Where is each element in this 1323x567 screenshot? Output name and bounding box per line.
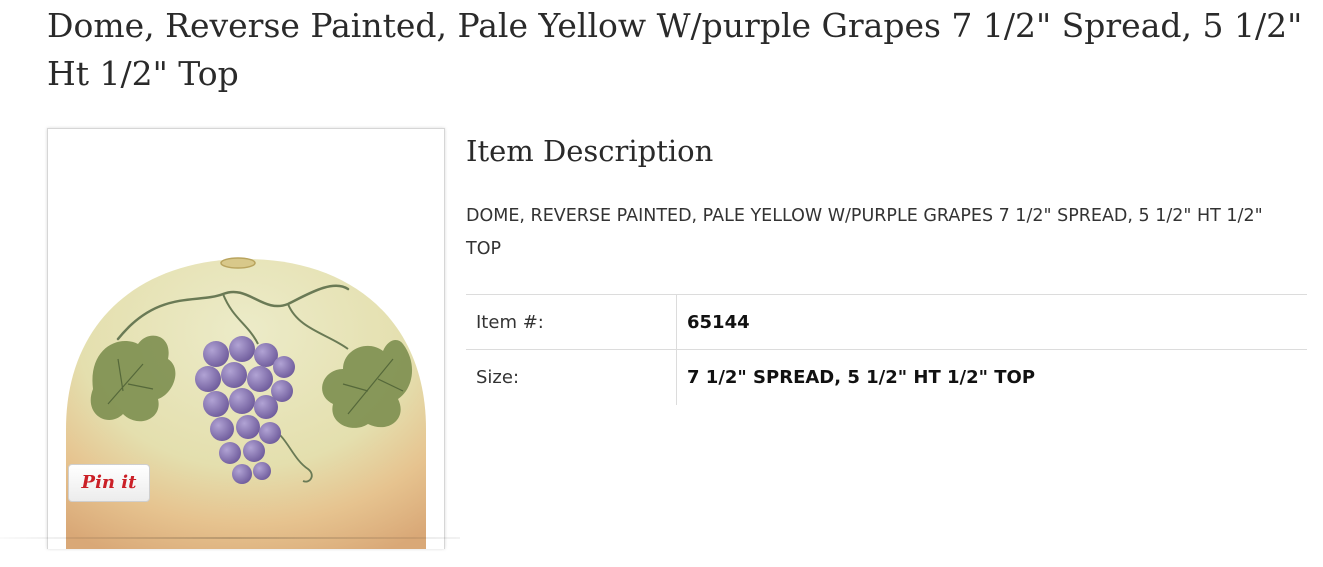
item-description-text: DOME, REVERSE PAINTED, PALE YELLOW W/PUR… <box>466 206 1263 259</box>
spec-value-size: 7 1/2" SPREAD, 5 1/2" HT 1/2" TOP <box>687 366 1036 388</box>
product-title: Dome, Reverse Painted, Pale Yellow W/pur… <box>47 6 1303 93</box>
product-image-frame[interactable]: Pin it <box>47 128 445 549</box>
item-specs-table: Item #: 65144 Size: 7 1/2" SPREAD, 5 1/2… <box>466 294 1307 405</box>
divider <box>0 537 460 539</box>
item-description-heading: Item Description <box>466 134 714 168</box>
spec-label-item-number: Item #: <box>466 294 677 350</box>
spec-label-size: Size: <box>466 349 677 405</box>
table-row: Item #: 65144 <box>466 294 1307 350</box>
pinterest-pin-button[interactable]: Pin it <box>68 464 150 502</box>
spec-value-item-number: 65144 <box>676 294 1307 350</box>
table-row: Size: 7 1/2" SPREAD, 5 1/2" HT 1/2" TOP <box>466 349 1307 405</box>
